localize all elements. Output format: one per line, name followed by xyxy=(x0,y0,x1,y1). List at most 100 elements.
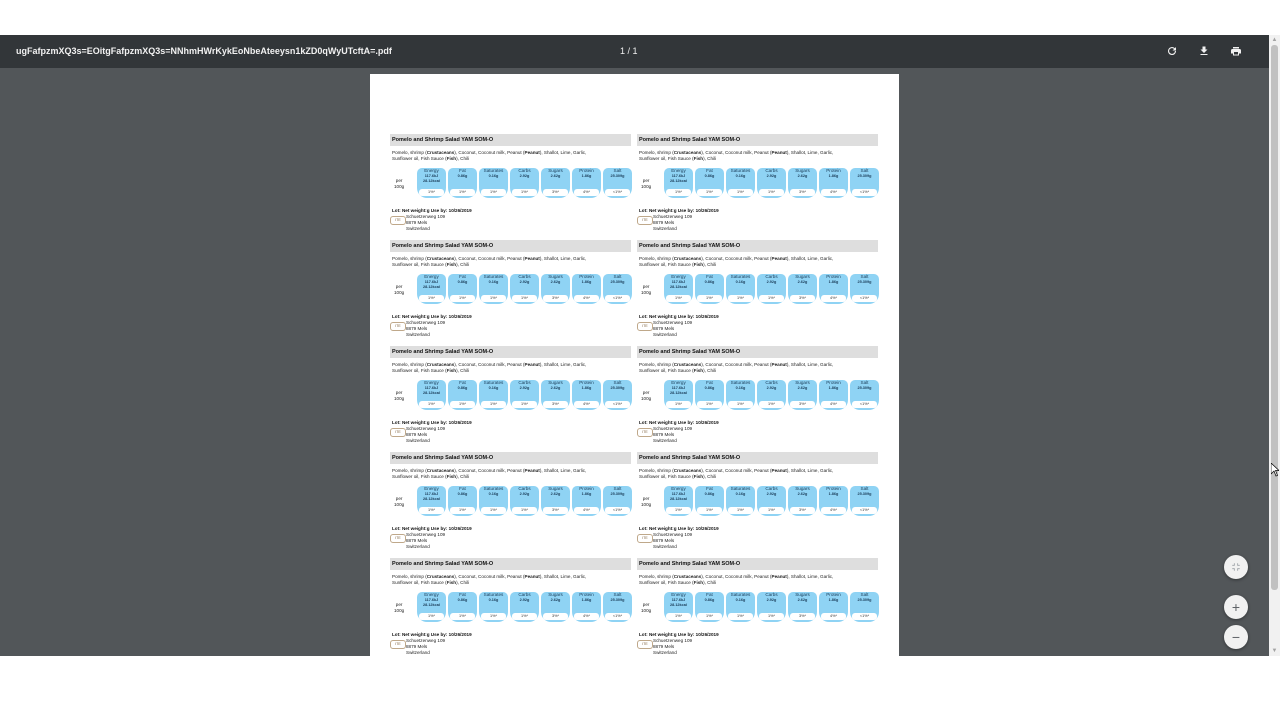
food-label: Pomelo and Shrimp Salad YAM SOM-O Pomelo,… xyxy=(390,240,632,340)
nutrient-percent: 3%* xyxy=(790,401,815,408)
label-title: Pomelo and Shrimp Salad YAM SOM-O xyxy=(637,240,878,252)
nutrition-cell: Protein 1.86g 4%* xyxy=(572,274,601,304)
nutrient-percent: <1%* xyxy=(605,189,630,196)
nutrient-value: 1.86g xyxy=(581,598,592,602)
nutrition-cell: Fat 0.86g 1%* xyxy=(695,486,724,516)
nutrient-percent: 1%* xyxy=(666,295,691,302)
allergen: Fish xyxy=(693,262,704,267)
download-button[interactable] xyxy=(1196,43,1212,59)
nutrition-strip: Energy 117.6kJ 28.12kcal 1%* Fat 0.86g 1%* Sat… xyxy=(415,592,632,622)
allergen: Fish xyxy=(693,474,704,479)
nutrient-value: 1.86g xyxy=(581,386,592,390)
nutrient-value: 0.86g xyxy=(457,492,468,496)
brand-logo: ITE xyxy=(390,322,406,331)
nutrient-percent: 1%* xyxy=(759,295,784,302)
per-100g-label: per 100g xyxy=(394,284,405,295)
nutrition-strip: Energy 117.6kJ 28.12kcal 1%* Fat 0.86g 1%* Sat… xyxy=(662,486,879,516)
nutrient-percent: 1%* xyxy=(450,295,475,302)
allergen: Crustaceans xyxy=(673,468,702,473)
scroll-down-arrow-icon[interactable]: ▼ xyxy=(1271,647,1278,655)
nutrition-cell: Energy 117.6kJ 28.12kcal 1%* xyxy=(664,486,693,516)
nutrient-value: 0.16g xyxy=(488,598,499,602)
nutrient-percent: 1%* xyxy=(666,613,691,620)
nutrient-value: 117.6kJ 28.12kcal xyxy=(670,386,687,395)
rotate-button[interactable] xyxy=(1164,43,1180,59)
nutrition-cell: Protein 1.86g 4%* xyxy=(572,592,601,622)
nutrition-strip: Energy 117.6kJ 28.12kcal 1%* Fat 0.86g 1%* Sat… xyxy=(662,274,879,304)
nutrition-cell: Energy 117.6kJ 28.12kcal 1%* xyxy=(664,274,693,304)
nutrient-value: 2.92g xyxy=(519,386,530,390)
nutrient-percent: 4%* xyxy=(821,295,846,302)
nutrient-percent: 1%* xyxy=(481,613,506,620)
label-ingredients: Pomelo, shrimp (Crustaceans), Coconut, C… xyxy=(392,468,587,479)
nutrition-cell: Energy 117.6kJ 28.12kcal 1%* xyxy=(417,486,446,516)
nutrient-value: 25.309g xyxy=(610,386,625,390)
per-100g-label: per 100g xyxy=(641,178,652,189)
address: Schuetzenweg 109 8879 Mels Switzerland xyxy=(406,214,446,231)
print-icon xyxy=(1231,47,1241,56)
vertical-scrollbar[interactable]: ▲ ▼ xyxy=(1269,35,1280,656)
nutrient-percent: 3%* xyxy=(790,189,815,196)
nutrition-cell: Protein 1.86g 4%* xyxy=(819,168,848,198)
nutrition-cell: Saturates 0.16g 1%* xyxy=(726,592,755,622)
nutrition-cell: Carbs 2.92g 1%* xyxy=(757,274,786,304)
allergen: Crustaceans xyxy=(426,150,455,155)
nutrition-cell: Sugars 2.62g 3%* xyxy=(541,274,570,304)
nutrient-percent: 1%* xyxy=(728,507,753,514)
nutrition-strip: Energy 117.6kJ 28.12kcal 1%* Fat 0.86g 1%* Sat… xyxy=(662,168,879,198)
nutrient-value: 25.309g xyxy=(610,280,625,284)
nutrition-strip: Energy 117.6kJ 28.12kcal 1%* Fat 0.86g 1%* Sat… xyxy=(415,380,632,410)
allergen: Peanut xyxy=(771,362,787,367)
nutrition-cell: Carbs 2.92g 1%* xyxy=(510,168,539,198)
nutrition-cell: Sugars 2.62g 3%* xyxy=(788,486,817,516)
per-100g-label: per 100g xyxy=(641,284,652,295)
nutrient-percent: 4%* xyxy=(574,401,599,408)
allergen: Crustaceans xyxy=(426,362,455,367)
food-label: Pomelo and Shrimp Salad YAM SOM-O Pomelo,… xyxy=(637,452,879,552)
nutrient-value: 2.62g xyxy=(797,280,808,284)
nutrient-percent: 1%* xyxy=(697,613,722,620)
nutrient-percent: 4%* xyxy=(821,507,846,514)
nutrition-cell: Energy 117.6kJ 28.12kcal 1%* xyxy=(417,380,446,410)
nutrient-percent: 4%* xyxy=(821,401,846,408)
nutrient-value: 0.16g xyxy=(488,174,499,178)
nutrition-strip: Energy 117.6kJ 28.12kcal 1%* Fat 0.86g 1%* Sat… xyxy=(415,168,632,198)
nutrient-percent: 3%* xyxy=(790,613,815,620)
nutrition-cell: Fat 0.86g 1%* xyxy=(695,592,724,622)
nutrition-cell: Carbs 2.92g 1%* xyxy=(510,380,539,410)
allergen: Peanut xyxy=(524,150,540,155)
food-label: Pomelo and Shrimp Salad YAM SOM-O Pomelo,… xyxy=(637,240,879,340)
allergen: Peanut xyxy=(524,574,540,579)
nutrient-percent: <1%* xyxy=(852,401,877,408)
nutrition-cell: Saturates 0.16g 1%* xyxy=(479,274,508,304)
nutrient-percent: <1%* xyxy=(852,507,877,514)
zoom-in-button[interactable]: + xyxy=(1224,595,1248,619)
scrollbar-thumb[interactable] xyxy=(1271,45,1278,590)
nutrient-value: 0.16g xyxy=(735,174,746,178)
window-bottom-area xyxy=(0,656,1280,720)
nutrition-cell: Salt 25.309g <1%* xyxy=(603,274,632,304)
nutrition-cell: Carbs 2.92g 1%* xyxy=(757,168,786,198)
per-100g-label: per 100g xyxy=(394,178,405,189)
nutrition-strip: Energy 117.6kJ 28.12kcal 1%* Fat 0.86g 1%* Sat… xyxy=(415,486,632,516)
nutrient-percent: 1%* xyxy=(512,189,537,196)
nutrient-value: 117.6kJ 28.12kcal xyxy=(670,280,687,289)
nutrition-cell: Carbs 2.92g 1%* xyxy=(510,274,539,304)
rotate-icon xyxy=(1168,47,1177,56)
nutrient-percent: 1%* xyxy=(481,295,506,302)
nutrition-cell: Energy 117.6kJ 28.12kcal 1%* xyxy=(417,592,446,622)
nutrition-cell: Sugars 2.62g 3%* xyxy=(541,486,570,516)
zoom-out-button[interactable]: − xyxy=(1224,625,1248,649)
brand-logo: ITE xyxy=(637,322,653,331)
nutrient-value: 25.309g xyxy=(857,386,872,390)
nutrient-percent: 1%* xyxy=(759,401,784,408)
print-button[interactable] xyxy=(1228,43,1244,59)
nutrient-percent: 1%* xyxy=(481,189,506,196)
nutrient-percent: <1%* xyxy=(852,295,877,302)
scroll-up-arrow-icon[interactable]: ▲ xyxy=(1271,36,1278,44)
pdf-viewer-area[interactable]: Pomelo and Shrimp Salad YAM SOM-O Pomelo,… xyxy=(0,68,1269,656)
fit-to-page-button[interactable] xyxy=(1224,555,1248,579)
nutrient-value: 117.6kJ 28.12kcal xyxy=(423,598,440,607)
nutrient-value: 25.309g xyxy=(610,492,625,496)
nutrient-percent: 1%* xyxy=(512,613,537,620)
